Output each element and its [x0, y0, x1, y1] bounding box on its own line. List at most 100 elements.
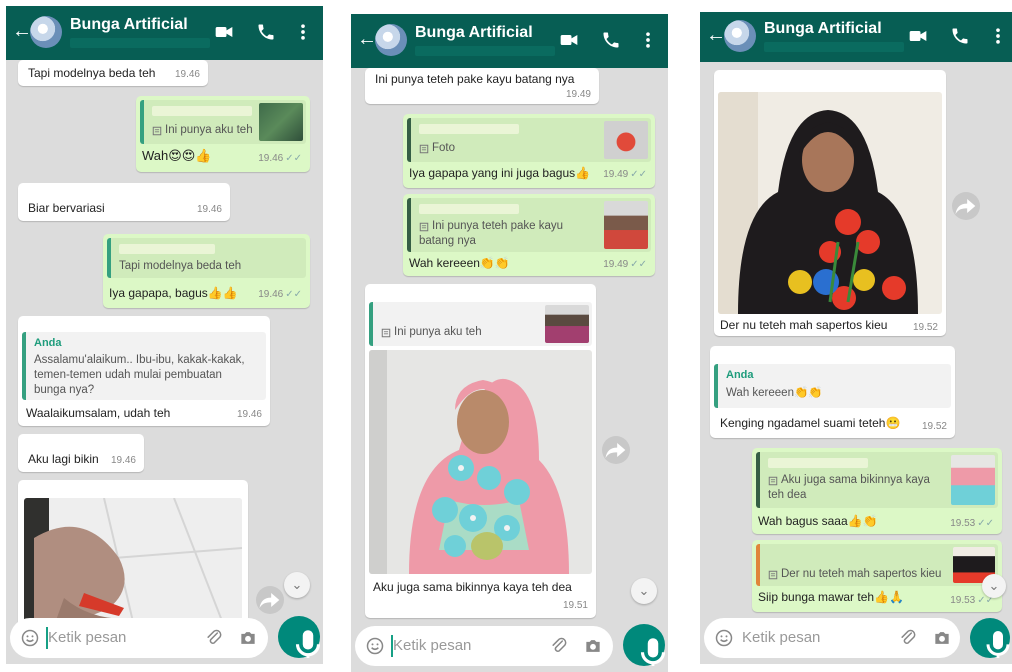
phone-icon[interactable] [256, 22, 276, 42]
chat-header: ← Bunga Artificial [700, 12, 1012, 62]
video-call-icon[interactable] [908, 26, 928, 46]
attach-icon[interactable] [549, 636, 569, 656]
message-incoming-photo[interactable]: Der nu teteh mah sapertos kieu 19.52 [714, 70, 946, 336]
message-outgoing[interactable]: Aku juga sama bikinnya kaya teh dea Wah … [752, 448, 1002, 534]
forward-icon[interactable] [602, 436, 630, 464]
document-icon [419, 222, 429, 232]
camera-icon[interactable] [238, 628, 258, 648]
contact-name[interactable]: Bunga Artificial [70, 16, 188, 34]
reply-quote[interactable]: Anda Wah kereeen👏👏 [714, 364, 951, 408]
reply-quote[interactable]: Foto [407, 118, 651, 162]
camera-icon[interactable] [932, 628, 952, 648]
message-outgoing[interactable]: Tapi modelnya beda teh Iya gapapa, bagus… [103, 234, 310, 308]
mic-button[interactable] [623, 624, 665, 666]
chat-header: ← Bunga Artificial [6, 6, 323, 60]
reply-quote[interactable]: Ini punya aku teh [369, 302, 592, 346]
scroll-down-icon[interactable]: ⌄ [631, 578, 657, 604]
back-arrow-icon[interactable]: ← [706, 24, 726, 46]
message-incoming[interactable]: Anda Assalamu'alaikum.. Ibu-ibu, kakak-k… [18, 316, 270, 426]
read-check-icon: ✓✓ [285, 153, 302, 164]
quoted-photo-thumbnail [259, 103, 303, 141]
read-check-icon: ✓✓ [977, 518, 994, 529]
phone-icon[interactable] [601, 30, 621, 50]
quoted-photo-thumbnail [604, 121, 648, 159]
reply-quote[interactable]: Ini punya teteh pake kayu batang nya [407, 198, 651, 252]
message-incoming[interactable]: Biar bervariasi 19.46 [18, 183, 230, 221]
forward-icon[interactable] [952, 192, 980, 220]
message-incoming[interactable]: Ini punya teteh pake kayu batang nya 19.… [365, 68, 599, 104]
message-input[interactable]: Ketik pesan [393, 637, 471, 654]
chat-screen-1: ← Bunga Artificial Tapi modelnya beda te… [6, 6, 323, 664]
video-call-icon[interactable] [214, 22, 234, 42]
photo-hands-making-flower[interactable] [24, 498, 242, 626]
message-incoming[interactable]: Aku lagi bikin 19.46 [18, 434, 144, 472]
emoji-icon[interactable] [714, 628, 734, 648]
attach-icon[interactable] [204, 628, 224, 648]
camera-icon[interactable] [583, 636, 603, 656]
read-check-icon: ✓✓ [630, 169, 647, 180]
message-outgoing[interactable]: Der nu teteh mah sapertos kieu Siip bung… [752, 540, 1002, 612]
reply-quote[interactable]: Aku juga sama bikinnya kaya teh dea [756, 452, 998, 508]
contact-status-redacted [415, 46, 555, 56]
emoji-icon[interactable] [365, 636, 385, 656]
contact-avatar[interactable] [30, 16, 62, 48]
message-incoming[interactable]: Anda Wah kereeen👏👏 Kenging ngadamel suam… [710, 346, 955, 438]
message-incoming[interactable]: Tapi modelnya beda teh 19.46 [18, 60, 208, 86]
reply-quote[interactable]: Ini punya aku teh [140, 100, 306, 144]
photo-illustration [718, 92, 942, 314]
contact-name[interactable]: Bunga Artificial [764, 20, 882, 38]
menu-dots-icon[interactable] [638, 30, 658, 50]
photo-hands-illustration [24, 498, 242, 626]
back-arrow-icon[interactable]: ← [357, 28, 377, 50]
reply-quote[interactable]: Tapi modelnya beda teh [107, 238, 306, 278]
mic-icon [970, 618, 1010, 658]
chat-screen-2: ← Bunga Artificial Ini punya teteh pake … [351, 14, 668, 672]
read-check-icon: ✓✓ [285, 289, 302, 300]
video-call-icon[interactable] [559, 30, 579, 50]
quoted-photo-thumbnail [951, 455, 995, 505]
message-list[interactable]: Ini punya teteh pake kayu batang nya 19.… [351, 68, 668, 620]
message-list[interactable]: Tapi modelnya beda teh 19.46 Ini punya a… [6, 60, 323, 630]
reply-quote[interactable]: Der nu teteh mah sapertos kieu [756, 544, 998, 586]
document-icon [152, 126, 162, 136]
message-outgoing[interactable]: Ini punya aku teh Wah😍😍👍 19.46 ✓✓ [136, 96, 310, 172]
message-incoming-photo[interactable]: Ini punya aku teh Aku juga sama bikinnya… [365, 284, 596, 618]
quoted-photo-thumbnail [604, 201, 648, 249]
read-check-icon: ✓✓ [630, 259, 647, 270]
document-icon [381, 328, 391, 338]
mic-icon [278, 616, 320, 658]
message-input[interactable]: Ketik pesan [48, 629, 126, 646]
message-input-bar[interactable]: Ketik pesan [10, 618, 268, 658]
message-list[interactable]: Der nu teteh mah sapertos kieu 19.52 And… [700, 62, 1012, 612]
back-arrow-icon[interactable]: ← [12, 20, 32, 42]
message-incoming-photo[interactable] [18, 480, 248, 630]
phone-icon[interactable] [950, 26, 970, 46]
chat-header: ← Bunga Artificial [351, 14, 668, 68]
quoted-photo-thumbnail [545, 305, 589, 343]
scroll-down-icon[interactable]: ⌄ [982, 574, 1006, 598]
photo-woman-with-roses[interactable] [718, 92, 942, 314]
reply-quote[interactable]: Anda Assalamu'alaikum.. Ibu-ibu, kakak-k… [22, 332, 266, 400]
mic-button[interactable] [970, 618, 1010, 658]
message-input-bar[interactable]: Ketik pesan [355, 626, 613, 666]
document-icon [768, 476, 778, 486]
attach-icon[interactable] [898, 628, 918, 648]
menu-dots-icon[interactable] [293, 22, 313, 42]
chat-screen-3: ← Bunga Artificial Der nu teteh mah sape… [700, 12, 1012, 664]
menu-dots-icon[interactable] [988, 26, 1008, 46]
contact-name[interactable]: Bunga Artificial [415, 24, 533, 42]
photo-woman-with-flowers[interactable] [369, 350, 592, 574]
scroll-down-icon[interactable]: ⌄ [284, 572, 310, 598]
contact-avatar[interactable] [375, 24, 407, 56]
contact-avatar[interactable] [724, 20, 756, 52]
contact-status-redacted [764, 42, 904, 52]
message-input-bar[interactable]: Ketik pesan [704, 618, 960, 658]
mic-button[interactable] [278, 616, 320, 658]
message-input[interactable]: Ketik pesan [742, 629, 820, 646]
mic-icon [623, 624, 665, 666]
contact-status-redacted [70, 38, 210, 48]
message-outgoing[interactable]: Foto Iya gapapa yang ini juga bagus👍 19.… [403, 114, 655, 188]
emoji-icon[interactable] [20, 628, 40, 648]
forward-icon[interactable] [256, 586, 284, 614]
message-outgoing[interactable]: Ini punya teteh pake kayu batang nya Wah… [403, 194, 655, 276]
